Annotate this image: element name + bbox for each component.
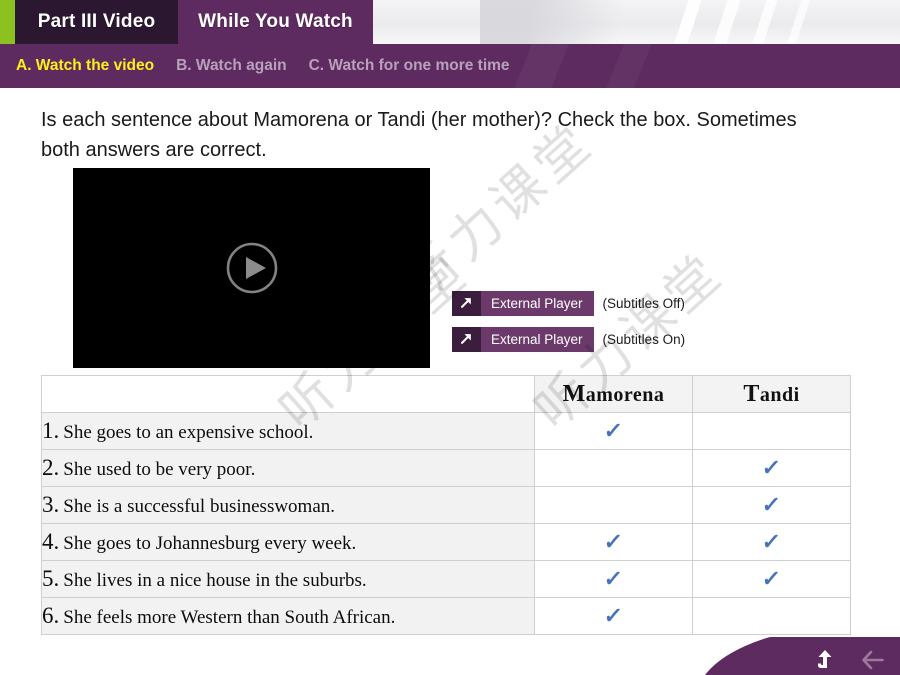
- checkmark-icon: ✓: [603, 417, 625, 443]
- subtitles-off-note: (Subtitles Off): [602, 296, 685, 311]
- checkbox-cell-mamorena[interactable]: ✓: [534, 597, 693, 635]
- bottom-navigation: [690, 637, 900, 675]
- checkbox-cell-mamorena[interactable]: [534, 449, 693, 487]
- subtitles-on-note: (Subtitles On): [602, 332, 686, 347]
- table-body: 1. She goes to an expensive school. ✓ 2. She…: [41, 412, 851, 635]
- statement-cell: 1. She goes to an expensive school.: [41, 412, 535, 450]
- statement-number: 5.: [42, 566, 60, 591]
- subnav-item-c-label: C. Watch for one more time: [308, 57, 510, 74]
- external-player-label-subtitles-on: External Player: [481, 327, 594, 352]
- statement-cell: 3. She is a successful businesswoman.: [41, 486, 535, 524]
- table-row: 2. She used to be very poor. ✓: [41, 449, 851, 487]
- external-link-arrow-icon: [452, 291, 481, 316]
- statement-text: She used to be very poor.: [63, 459, 256, 480]
- arrow-left-icon[interactable]: [860, 647, 886, 673]
- external-link-arrow-icon: [452, 327, 481, 352]
- external-player-button-subtitles-off[interactable]: External Player: [452, 291, 594, 316]
- table-header-tandi: Tandi: [692, 375, 851, 413]
- table-header-tandi-initial: T: [743, 380, 760, 407]
- checkbox-cell-tandi[interactable]: ✓: [692, 449, 851, 487]
- statement-text: She goes to an expensive school.: [63, 422, 314, 443]
- checkbox-cell-tandi[interactable]: ✓: [692, 560, 851, 598]
- statement-number: 4.: [42, 529, 60, 554]
- checkbox-cell-tandi[interactable]: ✓: [692, 486, 851, 524]
- subnav-item-a[interactable]: A. Watch the video: [16, 57, 154, 75]
- checkmark-icon: ✓: [603, 565, 625, 591]
- statement-cell: 2. She used to be very poor.: [41, 449, 535, 487]
- checkbox-cell-mamorena[interactable]: ✓: [534, 412, 693, 450]
- table-row: 4. She goes to Johannesburg every week. ✓ ✓: [41, 523, 851, 561]
- table-header-mamorena: Mamorena: [534, 375, 693, 413]
- video-player[interactable]: [73, 168, 430, 368]
- external-player-group: External Player (Subtitles Off) External…: [452, 291, 685, 363]
- page-root: Part III Video While You Watch A. Watch …: [0, 0, 900, 675]
- checkbox-cell-tandi[interactable]: [692, 597, 851, 635]
- tab-part-iii-video-label: Part III Video: [37, 11, 156, 32]
- table-header-tandi-rest: andi: [759, 383, 800, 406]
- green-accent-bar: [0, 0, 15, 44]
- external-player-row-subtitles-off: External Player (Subtitles Off): [452, 291, 685, 316]
- statement-cell: 4. She goes to Johannesburg every week.: [41, 523, 535, 561]
- checkbox-cell-mamorena[interactable]: ✓: [534, 523, 693, 561]
- subnav-item-a-label: A. Watch the video: [16, 57, 155, 74]
- table-header: Mamorena Tandi: [41, 375, 851, 413]
- tab-part-iii-video[interactable]: Part III Video: [15, 0, 178, 44]
- statement-cell: 6. She feels more Western than South Afri…: [41, 597, 535, 635]
- table-header-statement: [41, 375, 535, 413]
- subnav-item-b-label: B. Watch again: [176, 57, 287, 74]
- statement-text: She is a successful businesswoman.: [63, 496, 336, 517]
- instruction-text: Is each sentence about Mamorena or Tandi…: [41, 109, 797, 161]
- table-row: 3. She is a successful businesswoman. ✓: [41, 486, 851, 524]
- table-row: 6. She feels more Western than South Afri…: [41, 597, 851, 635]
- statement-number: 2.: [42, 455, 60, 480]
- checkbox-cell-mamorena[interactable]: ✓: [534, 560, 693, 598]
- checkmark-icon: ✓: [761, 454, 783, 480]
- external-player-button-subtitles-on[interactable]: External Player: [452, 327, 594, 352]
- subnav-item-b[interactable]: B. Watch again: [176, 57, 287, 75]
- sub-navigation-bar: A. Watch the video B. Watch again C. Wat…: [0, 44, 900, 88]
- header-decorative-stripes: [480, 0, 900, 44]
- answer-table: Mamorena Tandi 1. She goes to an expensiv…: [41, 375, 851, 635]
- checkmark-icon: ✓: [603, 602, 625, 628]
- statement-text: She feels more Western than South Africa…: [63, 607, 396, 628]
- checkmark-icon: ✓: [761, 491, 783, 517]
- checkbox-cell-mamorena[interactable]: [534, 486, 693, 524]
- table-header-mamorena-rest: amorena: [585, 383, 665, 406]
- statement-number: 1.: [42, 418, 60, 443]
- checkmark-icon: ✓: [603, 528, 625, 554]
- statement-number: 3.: [42, 492, 60, 517]
- table-header-row: Mamorena Tandi: [41, 375, 851, 413]
- statement-number: 6.: [42, 603, 60, 628]
- statement-text: She lives in a nice house in the suburbs…: [63, 570, 367, 591]
- table-header-mamorena-initial: M: [562, 380, 586, 407]
- play-circle-icon[interactable]: [225, 241, 279, 295]
- checkbox-cell-tandi[interactable]: [692, 412, 851, 450]
- bottom-nav-buttons: [690, 637, 900, 675]
- checkbox-cell-tandi[interactable]: ✓: [692, 523, 851, 561]
- external-player-label-subtitles-off: External Player: [481, 291, 594, 316]
- checkmark-icon: ✓: [761, 565, 783, 591]
- subnav-item-c[interactable]: C. Watch for one more time: [309, 57, 510, 75]
- statement-cell: 5. She lives in a nice house in the subur…: [41, 560, 535, 598]
- tab-while-you-watch[interactable]: While You Watch: [178, 0, 373, 44]
- checkmark-icon: ✓: [761, 528, 783, 554]
- up-return-arrow-icon[interactable]: [812, 647, 838, 673]
- content-area: Is each sentence about Mamorena or Tandi…: [0, 88, 900, 675]
- top-tab-bar: Part III Video While You Watch: [0, 0, 900, 44]
- statement-text: She goes to Johannesburg every week.: [63, 533, 357, 554]
- tab-while-you-watch-label: While You Watch: [198, 11, 353, 32]
- table-row: 1. She goes to an expensive school. ✓: [41, 412, 851, 450]
- table-row: 5. She lives in a nice house in the subur…: [41, 560, 851, 598]
- external-player-row-subtitles-on: External Player (Subtitles On): [452, 327, 685, 352]
